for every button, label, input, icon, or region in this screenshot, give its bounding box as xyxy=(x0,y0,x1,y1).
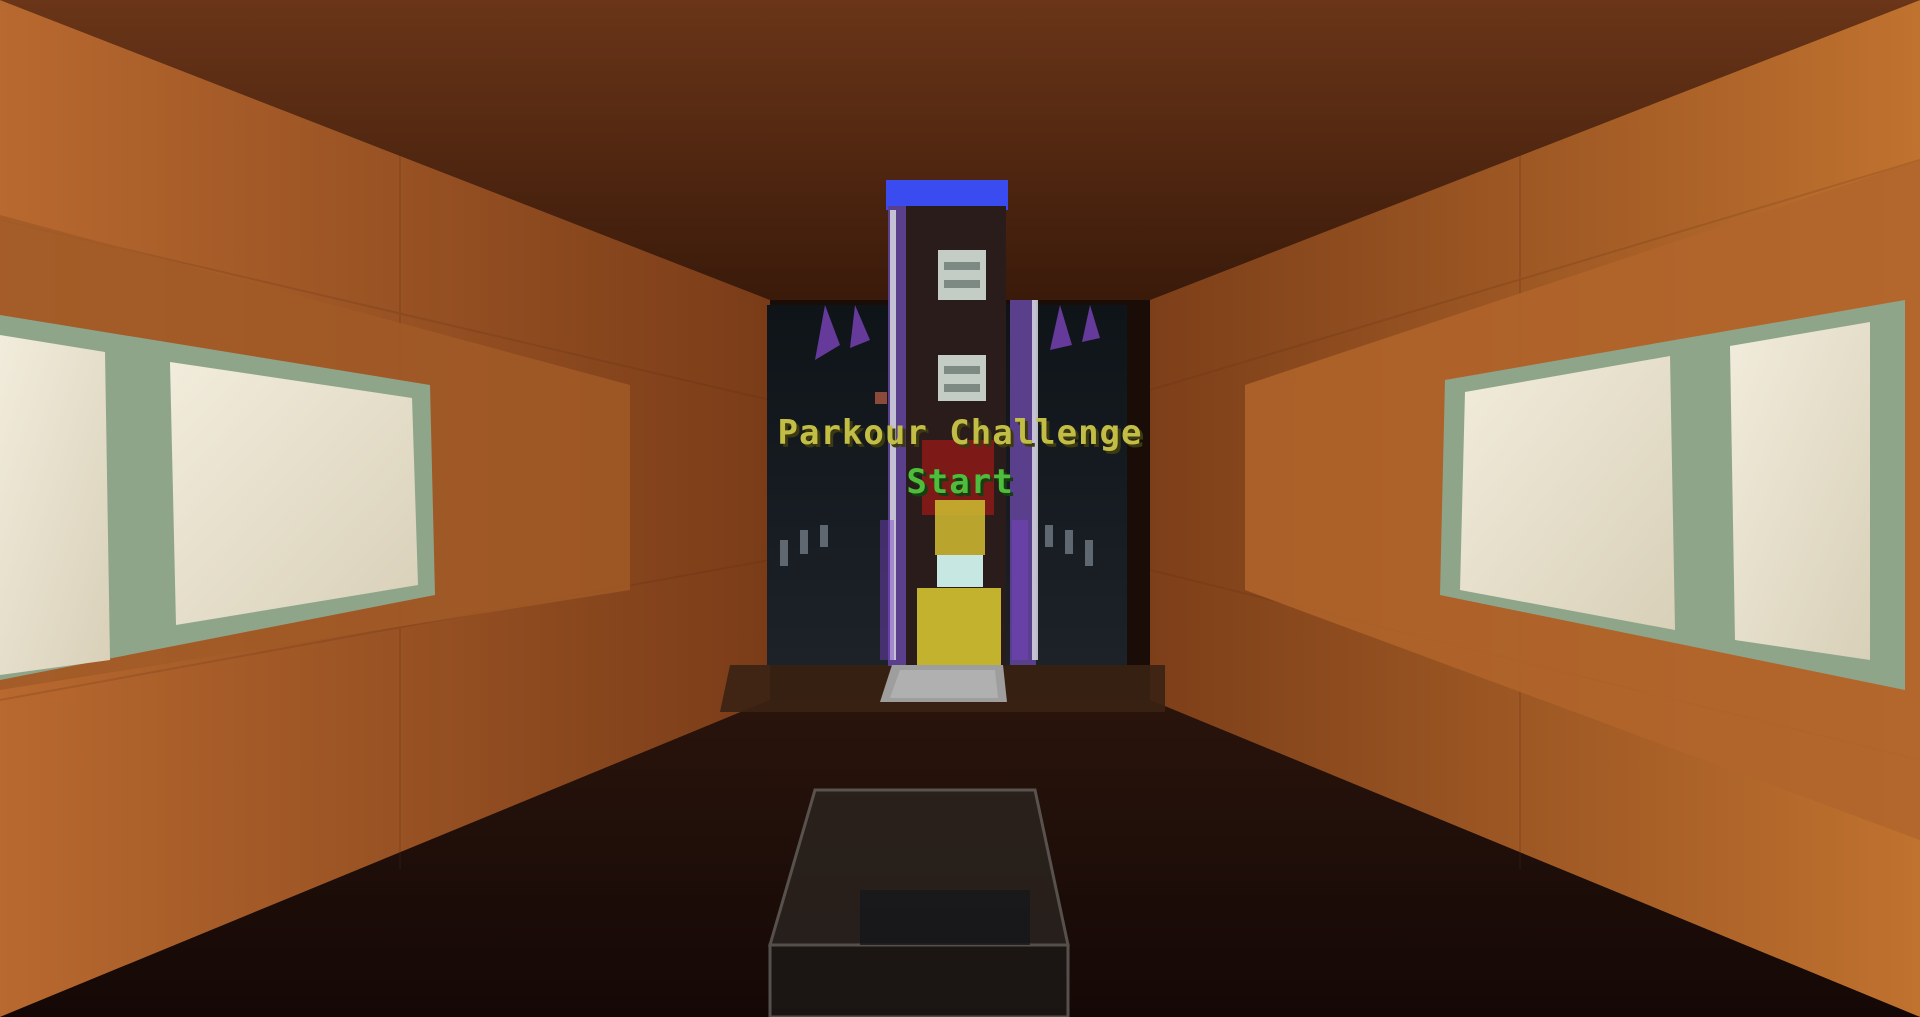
hologram-subtitle: Start xyxy=(906,462,1014,502)
gold-block-upper xyxy=(935,500,985,555)
ender-pearl-icon xyxy=(875,392,887,404)
gold-block-lower xyxy=(917,588,1001,668)
hologram-title: Parkour Challenge xyxy=(777,413,1143,453)
game-viewport[interactable] xyxy=(0,0,1920,1017)
glass-block xyxy=(768,788,1070,1017)
tower-top-portal xyxy=(886,180,1008,210)
checkpoint-middle xyxy=(938,355,986,401)
checkpoint-upper xyxy=(938,250,986,300)
diamond-plate xyxy=(937,555,983,587)
